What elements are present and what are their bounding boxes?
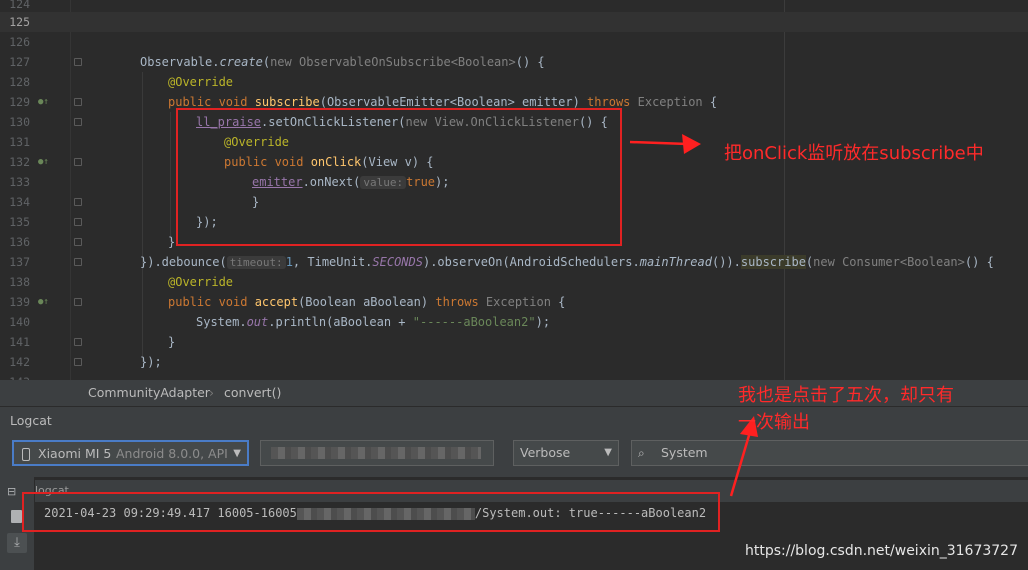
- annotation-note-2a: 我也是点击了五次，却只有: [738, 385, 954, 406]
- annotation-arrows: [629, 134, 758, 497]
- watermark-text: https://blog.csdn.net/weixin_31673727: [744, 543, 1018, 559]
- arrow-right-icon: [629, 134, 701, 154]
- annotation-note-1: 把onClick监听放在subscribe中: [724, 143, 984, 164]
- annotation-note-2b: 一次输出: [738, 412, 810, 433]
